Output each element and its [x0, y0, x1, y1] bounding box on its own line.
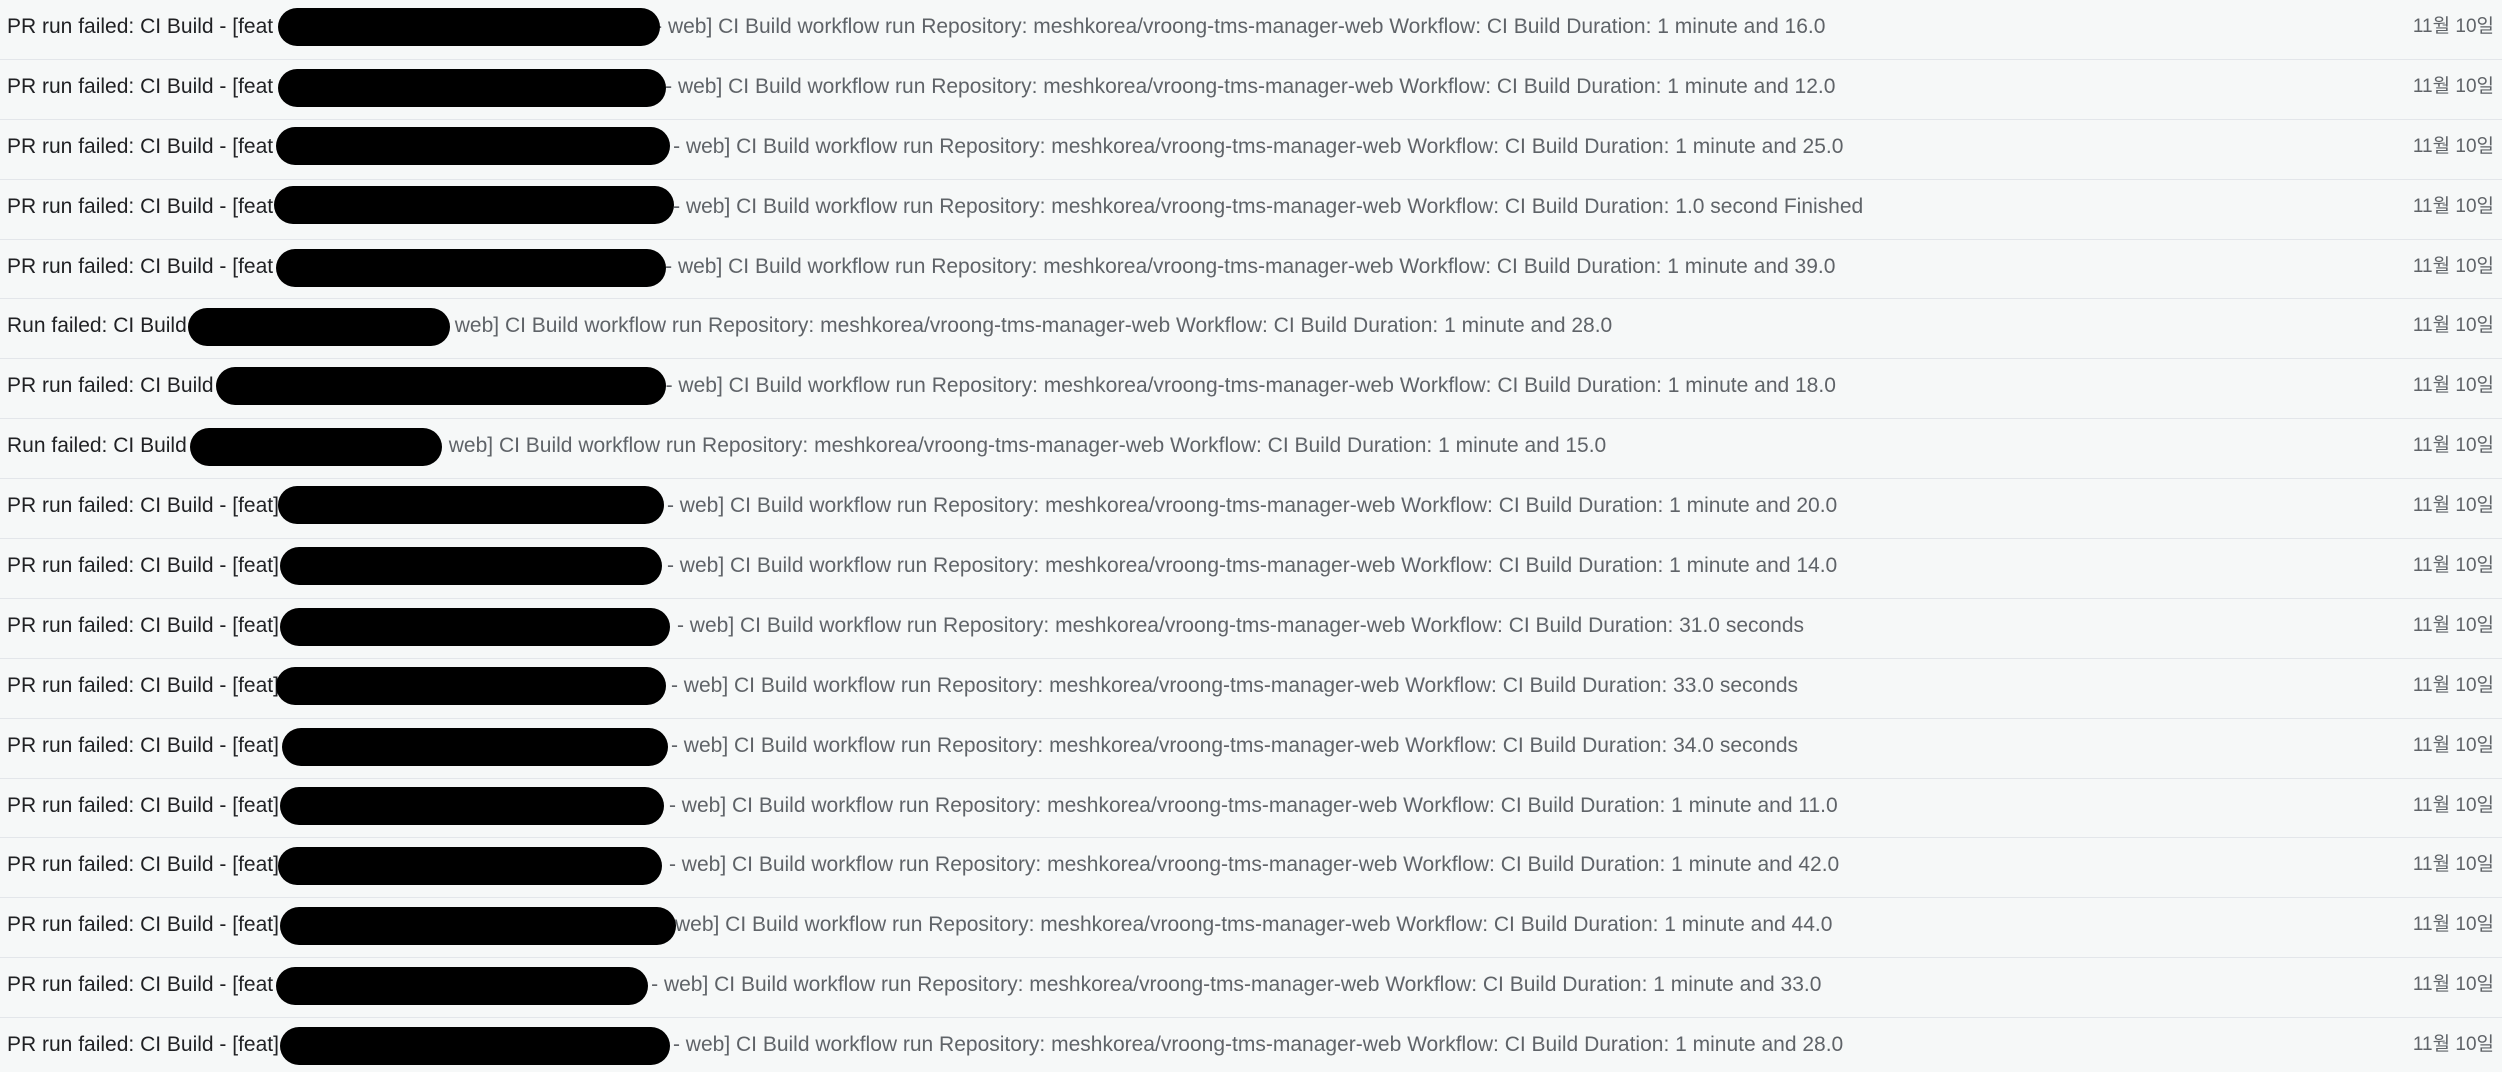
email-snippet: - web] CI Build workflow run Repository:… [665, 374, 1836, 398]
email-subject: PR run failed: CI Build - [feat] [7, 913, 279, 937]
email-subject: PR run failed: CI Build - [feat] [7, 853, 279, 877]
email-date: 11월 10일 [2412, 75, 2494, 97]
redaction-mark [278, 486, 664, 525]
email-date: 11월 10일 [2412, 974, 2494, 996]
email-row[interactable]: PR run failed: CI Build - [feat] - web] C… [0, 1018, 2502, 1072]
email-row[interactable]: PR run failed: CI Build - [feat] - web] C… [0, 778, 2502, 839]
email-row[interactable]: PR run failed: CI Build - [feat - web] CI… [0, 179, 2502, 240]
redaction-mark [280, 907, 676, 946]
email-date: 11월 10일 [2412, 435, 2494, 457]
redaction-mark [276, 248, 666, 287]
redaction-mark [278, 68, 666, 107]
email-subject: PR run failed: CI Build - [feat [7, 254, 274, 278]
email-snippet: web] CI Build workflow run Repository: m… [674, 913, 1833, 937]
email-date: 11월 10일 [2412, 614, 2494, 636]
email-snippet: - web] CI Build workflow run Repository:… [655, 15, 1826, 38]
redaction-mark [276, 126, 670, 165]
email-date: 11월 10일 [2412, 135, 2494, 157]
email-subject: PR run failed: CI Build - [feat] [7, 673, 279, 697]
redaction-mark [216, 367, 666, 406]
email-subject: PR run failed: CI Build - [feat] [7, 554, 279, 578]
email-row[interactable]: PR run failed: CI Build - [feat] - web] C… [0, 479, 2502, 540]
redaction-mark [190, 428, 442, 467]
email-subject: PR run failed: CI Build [7, 374, 214, 398]
email-subject: PR run failed: CI Build - [feat] [7, 1033, 279, 1057]
email-subject: PR run failed: CI Build - [feat] [7, 494, 279, 518]
email-subject: PR run failed: CI Build - [feat] [7, 793, 279, 817]
email-subject: Run failed: CI Build [7, 434, 187, 458]
redaction-mark [274, 185, 674, 224]
email-row[interactable]: PR run failed: CI Build - [feat - web] CI… [0, 958, 2502, 1019]
email-snippet: - web] CI Build workflow run Repository:… [651, 973, 1822, 997]
email-row[interactable]: PR run failed: CI Build - [feat] - web] C… [0, 658, 2502, 719]
email-snippet: - web] CI Build workflow run Repository:… [676, 613, 1805, 637]
email-row[interactable]: PR run failed: CI Build - web] CI Build w… [0, 359, 2502, 420]
email-date: 11월 10일 [2412, 854, 2494, 876]
email-snippet: web] CI Build workflow run Repository: m… [454, 314, 1613, 338]
email-row[interactable]: PR run failed: CI Build - [feat - web] CI… [0, 119, 2502, 180]
email-row[interactable]: PR run failed: CI Build - [feat] web] CI … [0, 898, 2502, 959]
email-row[interactable]: PR run failed: CI Build - [feat] - web] C… [0, 718, 2502, 779]
email-row[interactable]: PR run failed: CI Build - [feat - web] CI… [0, 59, 2502, 120]
email-snippet: - web] CI Build workflow run Repository:… [666, 494, 1838, 518]
email-snippet: - web] CI Build workflow run Repository:… [670, 673, 1799, 697]
email-date: 11월 10일 [2412, 375, 2494, 397]
email-row[interactable]: PR run failed: CI Build - [feat - web] CI… [0, 239, 2502, 300]
email-date: 11월 10일 [2412, 734, 2494, 756]
redaction-mark [278, 8, 660, 46]
email-snippet: - web] CI Build workflow run Repository:… [670, 733, 1799, 757]
email-subject: Run failed: CI Build [7, 314, 187, 338]
redaction-mark [276, 967, 648, 1006]
email-date: 11월 10일 [2412, 495, 2494, 517]
email-date: 11월 10일 [2412, 914, 2494, 936]
email-row[interactable]: PR run failed: CI Build - [feat] - web] C… [0, 598, 2502, 659]
email-subject: PR run failed: CI Build - [feat [7, 74, 274, 98]
email-row[interactable]: PR run failed: CI Build - [feat] - web] C… [0, 539, 2502, 599]
email-subject: PR run failed: CI Build - [feat] [7, 733, 279, 757]
email-date: 11월 10일 [2412, 255, 2494, 277]
email-row[interactable]: Run failed: CI Build web] CI Build workfl… [0, 419, 2502, 480]
email-snippet: - web] CI Build workflow run Repository:… [672, 1033, 1844, 1057]
email-date: 11월 10일 [2412, 16, 2494, 37]
email-subject: PR run failed: CI Build - [feat] [7, 613, 279, 637]
email-subject: PR run failed: CI Build - [feat [7, 15, 274, 38]
email-subject: PR run failed: CI Build - [feat [7, 194, 274, 218]
email-date: 11월 10일 [2412, 315, 2494, 337]
redaction-mark [188, 308, 450, 347]
email-date: 11월 10일 [2412, 1034, 2494, 1056]
email-snippet: - web] CI Build workflow run Repository:… [665, 254, 1836, 278]
email-snippet: - web] CI Build workflow run Repository:… [673, 194, 1864, 218]
redaction-mark [280, 1027, 670, 1066]
redaction-mark [280, 786, 664, 825]
redaction-mark [280, 547, 662, 586]
email-subject: PR run failed: CI Build - [feat [7, 973, 274, 997]
email-row[interactable]: PR run failed: CI Build - [feat] - web] C… [0, 838, 2502, 899]
redaction-mark [276, 666, 666, 705]
email-list: PR run failed: CI Build - [feat - web] CI… [0, 0, 2502, 1072]
redaction-mark [280, 607, 670, 646]
email-date: 11월 10일 [2412, 555, 2494, 577]
email-date: 11월 10일 [2412, 794, 2494, 816]
email-row[interactable]: Run failed: CI Build web] CI Build workfl… [0, 299, 2502, 360]
email-row[interactable]: PR run failed: CI Build - [feat - web] CI… [0, 0, 2502, 60]
email-snippet: - web] CI Build workflow run Repository:… [673, 134, 1844, 158]
email-snippet: web] CI Build workflow run Repository: m… [448, 434, 1607, 458]
email-date: 11월 10일 [2412, 195, 2494, 217]
redaction-mark [282, 727, 668, 766]
email-snippet: - web] CI Build workflow run Repository:… [668, 853, 1840, 877]
email-snippet: - web] CI Build workflow run Repository:… [665, 74, 1836, 98]
email-date: 11월 10일 [2412, 674, 2494, 696]
email-snippet: - web] CI Build workflow run Repository:… [668, 793, 1838, 817]
email-snippet: - web] CI Build workflow run Repository:… [666, 554, 1838, 578]
email-subject: PR run failed: CI Build - [feat [7, 134, 274, 158]
redaction-mark [278, 847, 662, 886]
